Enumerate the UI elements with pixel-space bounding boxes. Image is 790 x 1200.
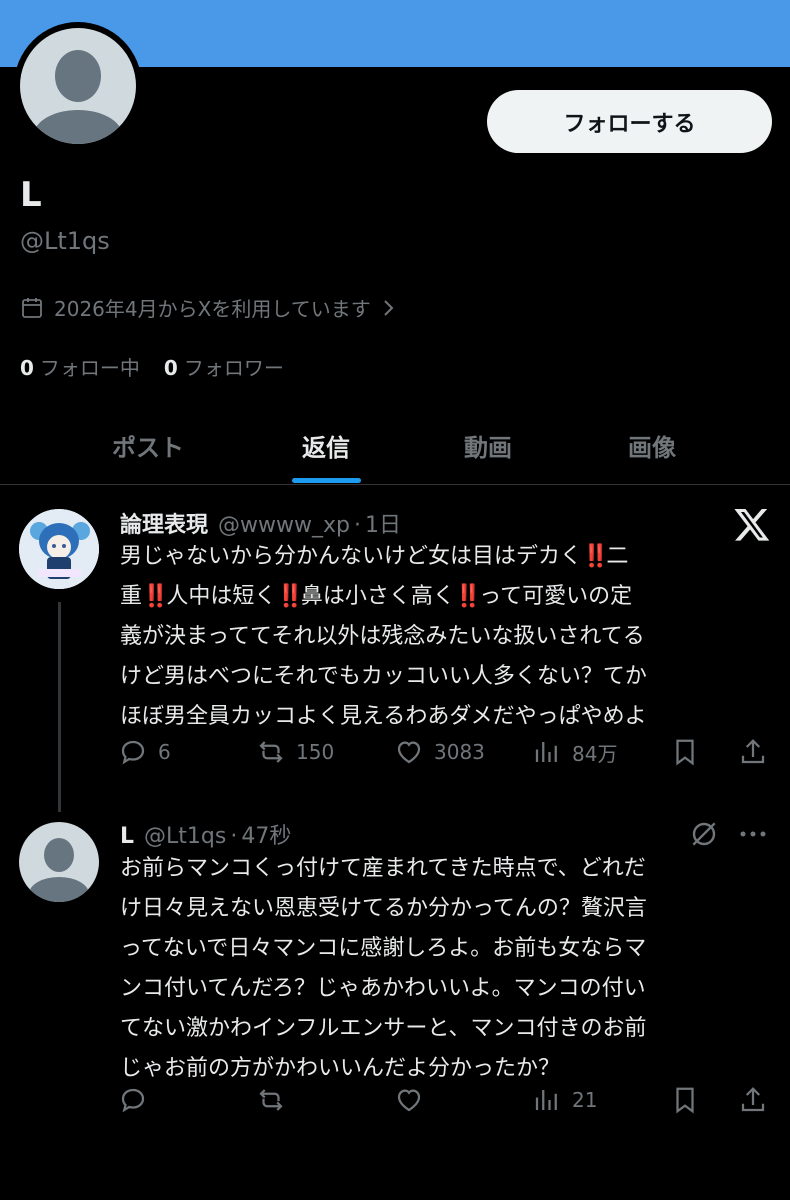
tweet-line: 重‼️人中は短く‼️鼻は小さく高く‼️って可愛いの定 bbox=[120, 577, 772, 617]
tweet-time[interactable]: 47秒 bbox=[241, 818, 291, 850]
tweet-text-segment: 男じゃないから分かんないけど女は目はデカく bbox=[120, 544, 583, 569]
following-label: フォロー中 bbox=[39, 356, 140, 380]
tweet-text-segment: 人中は短く bbox=[166, 584, 277, 609]
following-link[interactable]: 0 フォロー中 bbox=[20, 352, 140, 381]
followers-count: 0 bbox=[163, 356, 178, 380]
tweet-avatar[interactable] bbox=[19, 509, 99, 589]
double-exclamation-emoji: ‼️ bbox=[276, 584, 303, 609]
profile-handle: @Lt1qs bbox=[20, 227, 110, 255]
like-button[interactable] bbox=[394, 1080, 424, 1120]
tweet-line: 義が決まっててそれ以外は残念みたいな扱いされてる bbox=[120, 624, 645, 649]
double-exclamation-emoji: ‼️ bbox=[582, 544, 609, 569]
tweet-actions: 6 150 3083 84万 bbox=[118, 732, 773, 772]
grok-icon[interactable] bbox=[688, 818, 720, 850]
bookmark-button[interactable] bbox=[670, 732, 700, 772]
double-exclamation-emoji: ‼️ bbox=[454, 584, 482, 609]
tweet-dot: · bbox=[230, 824, 238, 849]
tweet-header: L @Lt1qs · 47秒 bbox=[120, 818, 291, 850]
default-avatar-icon bbox=[44, 838, 74, 872]
repost-button[interactable] bbox=[256, 1080, 286, 1120]
repost-icon bbox=[259, 1089, 283, 1111]
views-button[interactable]: 21 bbox=[532, 1080, 597, 1120]
tweet-line: 男じゃないから分かんないけど女は目はデカく‼️二 bbox=[120, 537, 772, 577]
views-count: 84万 bbox=[572, 741, 618, 766]
follow-button[interactable]: フォローする bbox=[487, 90, 772, 153]
share-icon bbox=[741, 1087, 765, 1112]
profile-avatar[interactable] bbox=[14, 22, 142, 150]
double-exclamation-emoji: ‼️ bbox=[142, 584, 169, 609]
repost-button[interactable]: 150 bbox=[256, 732, 334, 772]
repost-icon bbox=[259, 741, 283, 763]
tab-replies[interactable]: 返信 bbox=[246, 405, 406, 485]
analytics-icon bbox=[535, 1090, 557, 1110]
tweet-avatar[interactable] bbox=[19, 822, 99, 902]
tweet-author-name[interactable]: L bbox=[120, 824, 134, 849]
views-button[interactable]: 84万 bbox=[532, 732, 617, 772]
calendar-icon bbox=[22, 297, 42, 318]
tweet-author-name[interactable]: 論理表現 bbox=[120, 507, 208, 539]
joined-date-text: 2026年4月からXを利用しています bbox=[54, 297, 371, 321]
tweet-actions: 21 bbox=[118, 1080, 773, 1120]
tweet-line: ンコ付いてんだろ？じゃあかわいいよ。マンコの付い bbox=[120, 976, 646, 1001]
like-count: 3083 bbox=[434, 740, 485, 764]
thread-connector bbox=[58, 602, 61, 812]
tweet-author-handle[interactable]: @Lt1qs bbox=[144, 824, 226, 849]
share-button[interactable] bbox=[738, 1080, 768, 1120]
tweet-text-segment: 重 bbox=[120, 584, 143, 609]
tweet-line: てない激かわインフルエンサーと、マンコ付きのお前 bbox=[120, 1016, 647, 1041]
tab-images[interactable]: 画像 bbox=[572, 405, 732, 485]
heart-icon bbox=[397, 741, 421, 764]
views-count: 21 bbox=[572, 1088, 598, 1112]
tweet-author-handle[interactable]: @wwww_xp bbox=[218, 513, 350, 538]
default-avatar-body bbox=[34, 110, 122, 144]
tweet-line: ってないで日々マンコに感謝しろよ。お前も女ならマ bbox=[120, 936, 647, 961]
anime-character-avatar bbox=[19, 509, 99, 589]
tab-posts[interactable]: ポスト bbox=[68, 405, 228, 485]
tweet-line: けど男はべつにそれでもカッコいい人多くない？てか bbox=[120, 664, 647, 689]
reply-icon bbox=[121, 740, 145, 765]
followers-link[interactable]: 0 フォロワー bbox=[164, 352, 284, 381]
profile-tabs: ポスト 返信 動画 画像 bbox=[0, 405, 790, 485]
heart-icon bbox=[397, 1089, 421, 1112]
tweet-text-segment: 二 bbox=[606, 544, 629, 569]
reply-count: 6 bbox=[158, 740, 171, 764]
tweet-time[interactable]: 1日 bbox=[365, 507, 401, 539]
tweet-line: け日々見えない恩恵受けてるか分かってんの？贅沢言 bbox=[120, 896, 647, 921]
bookmark-button[interactable] bbox=[670, 1080, 700, 1120]
tweet-line: ほぼ男全員カッコよく見えるわあダメだやっぱやめよ bbox=[120, 704, 647, 729]
profile-display-name: L bbox=[20, 175, 42, 215]
reply-button[interactable] bbox=[118, 1080, 148, 1120]
reply-button[interactable]: 6 bbox=[118, 732, 171, 772]
joined-date[interactable]: 2026年4月からXを利用しています bbox=[20, 293, 397, 322]
active-tab-indicator bbox=[292, 478, 361, 483]
bookmark-icon bbox=[676, 1087, 694, 1114]
share-button[interactable] bbox=[738, 732, 768, 772]
share-icon bbox=[741, 739, 765, 764]
tweet-text: お前らマンコくっ付けて産まれてきた時点で、どれだ け日々見えない恩恵受けてるか分… bbox=[120, 849, 772, 1089]
default-avatar-icon bbox=[55, 50, 101, 102]
tweet-dot: · bbox=[353, 513, 361, 538]
repost-count: 150 bbox=[296, 740, 335, 764]
more-options-icon[interactable] bbox=[736, 818, 770, 850]
followers-label: フォロワー bbox=[183, 356, 284, 380]
reply-icon bbox=[121, 1088, 145, 1113]
tweet-text-segment: って可愛いの定 bbox=[479, 584, 633, 609]
default-avatar-body bbox=[29, 877, 89, 902]
chevron-right-icon bbox=[384, 299, 394, 316]
follow-stats: 0 フォロー中 0 フォロワー bbox=[20, 352, 284, 381]
tweet-header: 論理表現 @wwww_xp · 1日 bbox=[120, 507, 401, 539]
tweet-line: お前らマンコくっ付けて産まれてきた時点で、どれだ bbox=[120, 856, 646, 881]
tab-videos[interactable]: 動画 bbox=[408, 405, 568, 485]
tweet-text: 男じゃないから分かんないけど女は目はデカく‼️二 重‼️人中は短く‼️鼻は小さく… bbox=[120, 537, 772, 737]
bookmark-icon bbox=[676, 739, 694, 766]
analytics-icon bbox=[535, 742, 557, 762]
tweet-text-segment: 鼻は小さく高く bbox=[300, 584, 455, 609]
following-count: 0 bbox=[20, 356, 34, 380]
like-button[interactable]: 3083 bbox=[394, 732, 485, 772]
